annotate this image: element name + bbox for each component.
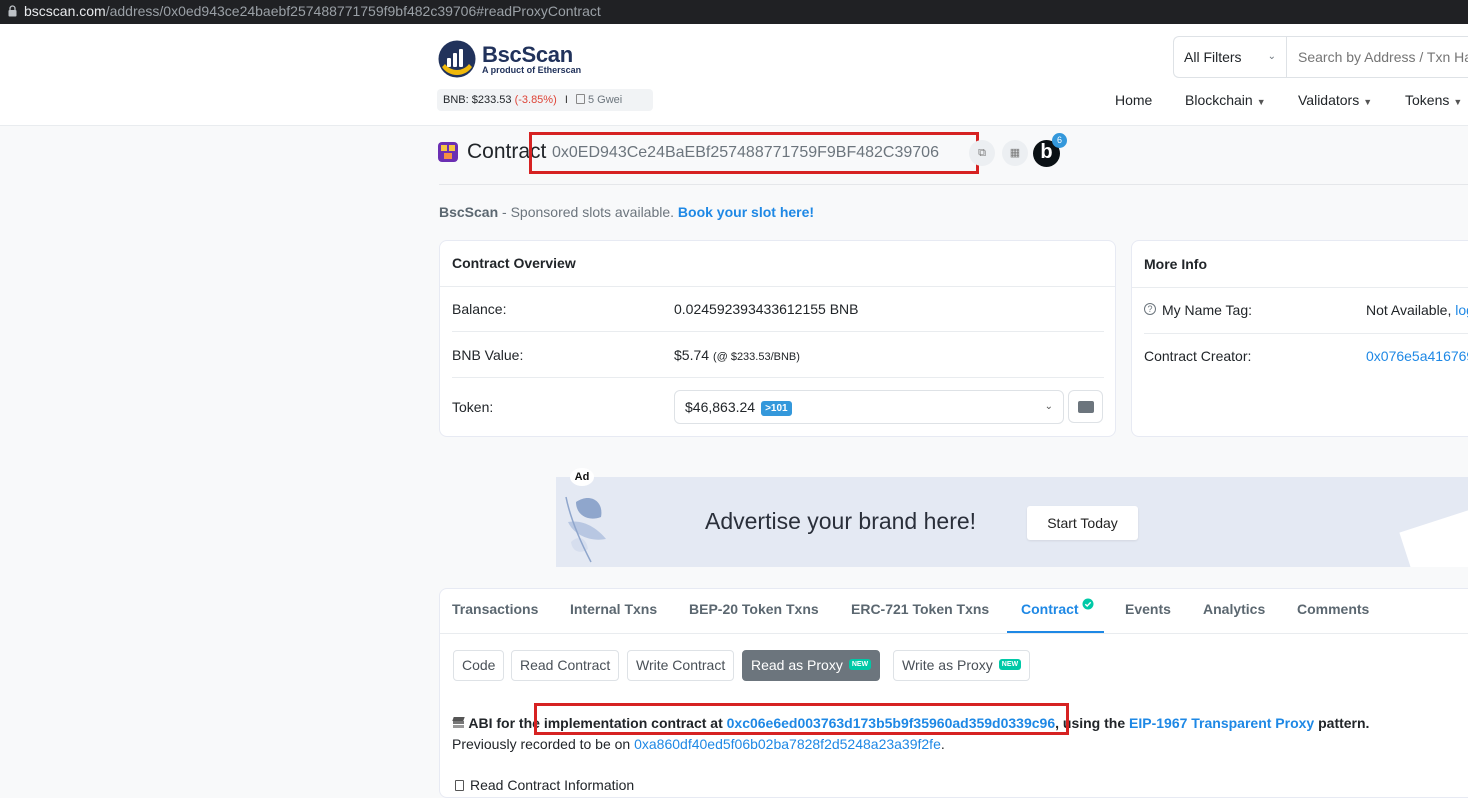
more-info-title: More Info [1144, 256, 1207, 272]
bnb-value-label: BNB Value: [452, 347, 524, 363]
browser-url-bar[interactable]: bscscan.com/address/0x0ed943ce24baebf257… [0, 0, 1468, 24]
tab-events[interactable]: Events [1125, 601, 1171, 617]
nav-home[interactable]: Home [1115, 92, 1152, 108]
ad-label: Ad [570, 468, 594, 486]
tab-erc721-token-txns[interactable]: ERC-721 Token Txns [851, 601, 989, 617]
code-button[interactable]: Code [453, 650, 505, 681]
balance-label: Balance: [452, 301, 507, 317]
row-divider [452, 331, 1104, 332]
nav-blockchain[interactable]: Blockchain ▼ [1185, 92, 1266, 108]
start-today-button[interactable]: Start Today [1027, 506, 1138, 540]
search-filter-select[interactable]: All Filters ⌄ [1173, 36, 1286, 78]
name-tag-value: Not Available, login to update [1366, 302, 1468, 318]
ad-text[interactable]: Advertise your brand here! [705, 508, 976, 535]
chevron-down-icon: ⌄ [1267, 51, 1276, 62]
read-contract-info-heading: Read Contract Information [455, 777, 634, 793]
highlight-box-implementation [534, 703, 1069, 735]
title-divider [439, 184, 1468, 185]
nav-tokens-label: Tokens [1405, 92, 1450, 108]
bnb-value-rate: (@ $233.53/BNB) [712, 351, 800, 363]
sponsor-text: - Sponsored slots available. [498, 204, 678, 220]
bnb-value: $5.74 (@ $233.53/BNB) [674, 347, 800, 363]
read-contract-button[interactable]: Read Contract [511, 650, 620, 681]
write-contract-button[interactable]: Write Contract [627, 650, 735, 681]
nav-validators[interactable]: Validators ▼ [1298, 92, 1372, 108]
bnb-value-amount: $5.74 [674, 347, 710, 363]
tab-analytics[interactable]: Analytics [1203, 601, 1265, 617]
token-value: $46,863.24 [685, 399, 756, 415]
prev-prefix: Previously recorded to be on [452, 736, 635, 752]
token-label: Token: [452, 399, 494, 415]
tab-contract-label: Contract [1021, 601, 1079, 617]
bnb-price-box: BNB: $233.53 (-3.85%) I 5 Gwei [437, 89, 653, 111]
question-icon[interactable]: ? [1144, 303, 1156, 315]
read-as-proxy-button[interactable]: Read as Proxy NEW [742, 650, 881, 681]
book-slot-link[interactable]: Book your slot here! [678, 204, 814, 220]
qr-code-icon[interactable]: ▦ [1002, 140, 1028, 166]
overview-title: Contract Overview [452, 255, 576, 271]
new-badge: NEW [998, 659, 1022, 670]
bscscan-logo-icon[interactable] [438, 40, 476, 78]
price-separator: I [564, 94, 568, 106]
read-as-proxy-label: Read as Proxy [751, 657, 843, 673]
nav-validators-label: Validators [1298, 92, 1360, 108]
bnb-price-change: (-3.85%) [514, 94, 557, 106]
verified-check-icon [1082, 598, 1094, 610]
read-info-text: Read Contract Information [470, 777, 635, 793]
tabs-divider [440, 633, 1468, 634]
write-as-proxy-button[interactable]: Write as Proxy NEW [893, 650, 1031, 681]
address-tabs-card [439, 588, 1468, 798]
name-tag-label: My Name Tag: [1162, 302, 1252, 318]
chevron-down-icon: ▼ [1363, 97, 1373, 107]
gas-pump-icon [575, 94, 585, 104]
sponsored-banner: BscScan - Sponsored slots available. Boo… [439, 204, 814, 220]
tab-transactions[interactable]: Transactions [452, 601, 538, 617]
layers-icon [452, 717, 465, 729]
write-as-proxy-label: Write as Proxy [902, 657, 993, 673]
contract-avatar-icon [438, 142, 458, 162]
name-tag-text: Not Available, [1366, 302, 1456, 318]
chevron-down-icon: ▼ [1453, 97, 1463, 107]
tab-internal-txns[interactable]: Internal Txns [570, 601, 657, 617]
token-count-badge: >101 [761, 401, 792, 416]
chevron-down-icon: ▼ [1256, 97, 1266, 107]
abi-suffix: pattern. [1314, 715, 1370, 731]
tab-comments[interactable]: Comments [1297, 601, 1369, 617]
notification-count-badge: 6 [1052, 133, 1067, 148]
overview-divider [440, 286, 1115, 287]
balance-value: 0.024592393433612155 BNB [674, 301, 859, 317]
row-divider [1144, 333, 1468, 334]
nav-blockchain-label: Blockchain [1185, 92, 1253, 108]
new-badge: NEW [848, 659, 872, 670]
logo-subtitle: A product of Etherscan [482, 65, 582, 75]
nav-tokens[interactable]: Tokens ▼ [1405, 92, 1462, 108]
creator-address-link[interactable]: 0x076e5a41676957d1a3d0c0b3e27e1a52d6d0ed… [1366, 348, 1468, 364]
tab-bep20-token-txns[interactable]: BEP-20 Token Txns [689, 601, 819, 617]
wallet-icon[interactable] [1068, 390, 1103, 423]
copy-icon[interactable]: ⧉ [969, 140, 995, 166]
document-icon [455, 780, 464, 791]
sponsor-brand: BscScan [439, 204, 499, 220]
search-input[interactable] [1286, 36, 1468, 78]
login-link[interactable]: login to update [1455, 302, 1468, 318]
eip1967-link[interactable]: EIP-1967 Transparent Proxy [1129, 715, 1314, 731]
token-holdings-dropdown[interactable]: $46,863.24 >101 ⌄ [674, 390, 1064, 424]
ad-decoration [1399, 504, 1468, 567]
gas-price[interactable]: 5 Gwei [588, 94, 622, 106]
chevron-down-icon: ⌄ [1044, 401, 1053, 412]
ad-banner[interactable] [556, 477, 1468, 567]
bnb-price[interactable]: BNB: $233.53 [443, 94, 512, 106]
creator-label: Contract Creator: [1144, 348, 1252, 364]
previous-address-link[interactable]: 0xa860df40ed5f06b02ba7828f2d5248a23a39f2… [634, 736, 941, 752]
tab-contract[interactable]: Contract [1021, 601, 1079, 617]
previous-implementation-note: Previously recorded to be on 0xa860df40e… [452, 736, 945, 752]
filter-label: All Filters [1184, 49, 1242, 65]
prev-suffix: . [940, 736, 945, 752]
more-info-divider [1132, 287, 1468, 288]
lock-icon [8, 5, 17, 17]
highlight-box-address [529, 132, 979, 174]
leaf-decoration-icon [565, 496, 606, 563]
url-text[interactable]: bscscan.com/address/0x0ed943ce24baebf257… [24, 2, 601, 20]
row-divider [452, 377, 1104, 378]
